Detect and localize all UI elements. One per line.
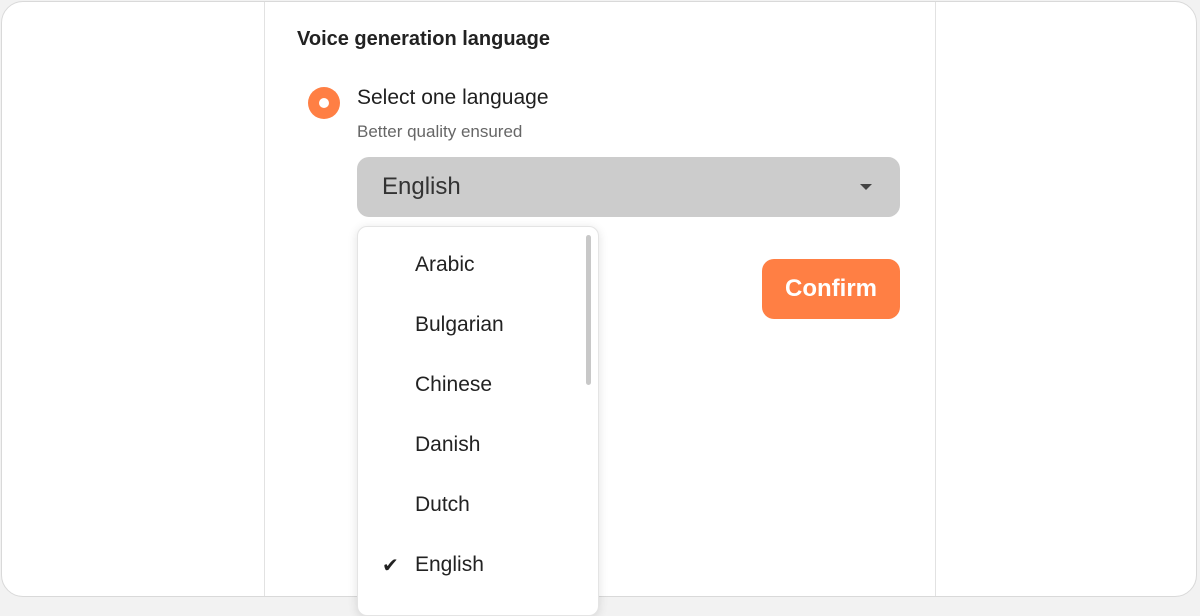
option-label[interactable]: Select one language <box>357 86 549 110</box>
dropdown-item-danish[interactable]: Danish <box>358 416 584 476</box>
dropdown-item-bulgarian[interactable]: Bulgarian <box>358 296 584 356</box>
dropdown-item-dutch[interactable]: Dutch <box>358 476 584 536</box>
radio-dot <box>319 98 329 108</box>
dropdown-item-label: English <box>415 553 484 576</box>
language-dropdown[interactable]: Arabic Bulgarian Chinese Danish Dutch ✔ … <box>357 226 599 616</box>
section-title: Voice generation language <box>297 28 551 50</box>
checkmark-icon: ✔ <box>382 555 399 577</box>
dropdown-item-label: Dutch <box>415 493 470 516</box>
language-option-radio[interactable] <box>308 87 340 119</box>
dropdown-item-label: Danish <box>415 433 481 456</box>
dropdown-item-arabic[interactable]: Arabic <box>358 236 584 296</box>
select-value: English <box>382 173 461 200</box>
dropdown-item-english[interactable]: ✔ English <box>358 536 584 596</box>
dropdown-item-label: Bulgarian <box>415 313 504 336</box>
dropdown-item-label: Chinese <box>415 373 493 396</box>
dropdown-item-chinese[interactable]: Chinese <box>358 356 584 416</box>
dropdown-item-label: Arabic <box>415 253 475 276</box>
app-frame <box>1 1 1197 597</box>
dropdown-scrollbar[interactable] <box>586 235 591 385</box>
caret-down-icon <box>860 184 872 190</box>
language-select[interactable]: English <box>357 157 900 217</box>
confirm-button[interactable]: Confirm <box>762 259 900 319</box>
option-sublabel: Better quality ensured <box>357 122 523 141</box>
